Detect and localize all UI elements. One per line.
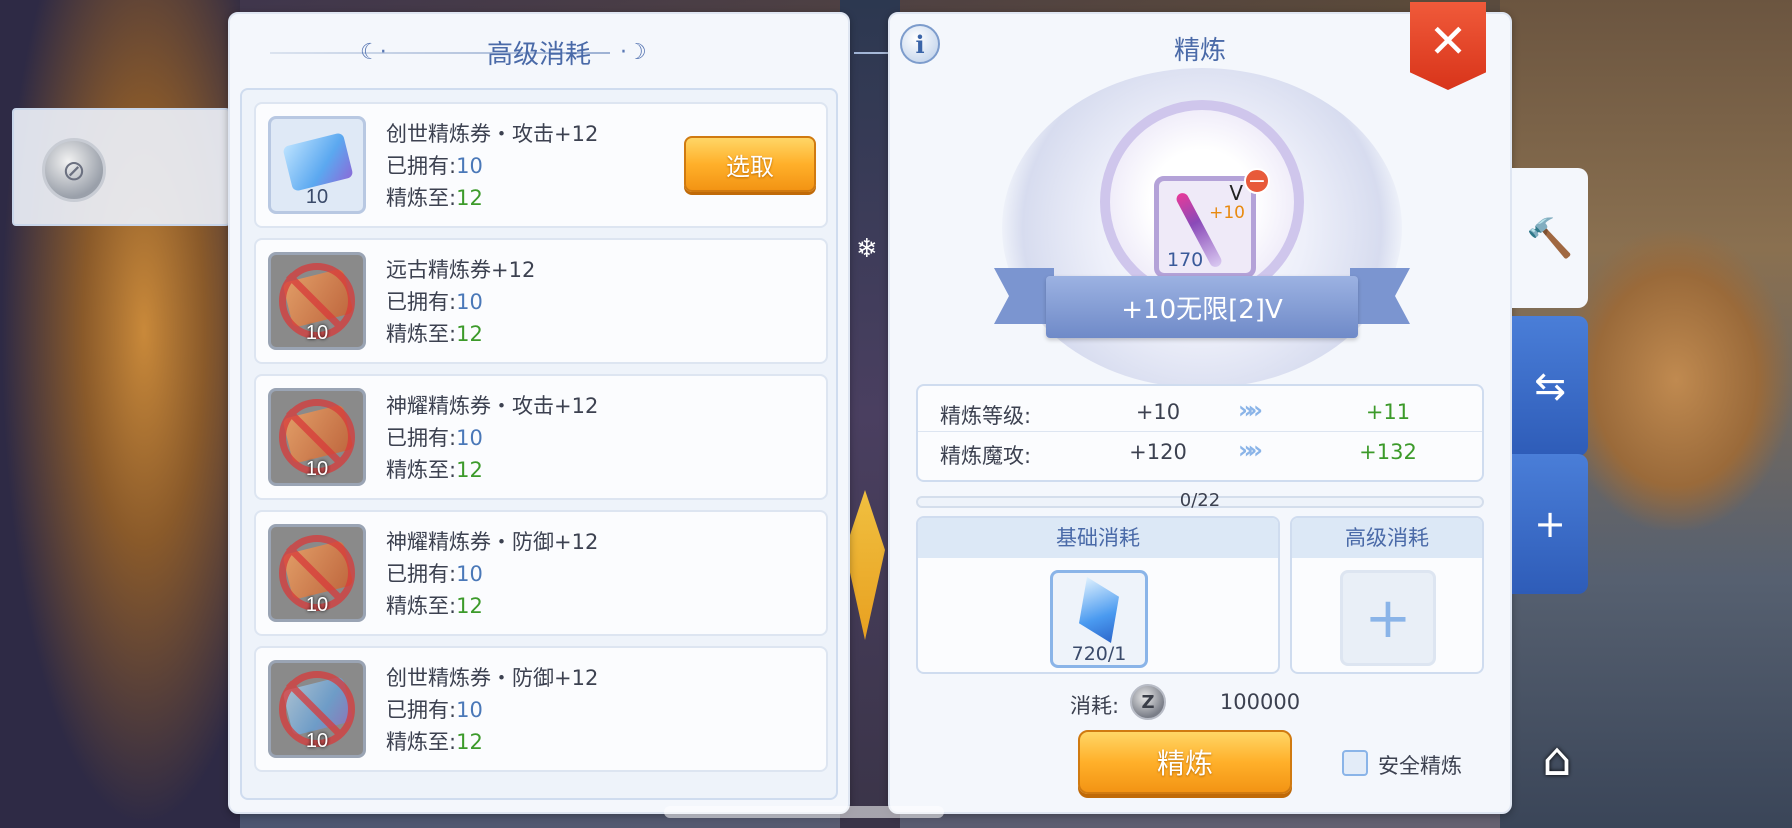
fee-label: 消耗: <box>1070 694 1120 718</box>
list-item[interactable]: 10 神耀精炼券・攻击+12 已拥有:10 精炼至:12 <box>254 374 828 500</box>
list-item[interactable]: 10 创世精炼券・防御+12 已拥有:10 精炼至:12 <box>254 646 828 772</box>
refine-to-row: 精炼至:12 <box>386 458 483 482</box>
stat-next: +11 <box>1365 400 1411 424</box>
owned-row: 已拥有:10 <box>386 154 483 178</box>
home-indicator <box>664 806 944 818</box>
add-advanced-cost-button[interactable]: + <box>1340 570 1436 666</box>
advanced-cost-title: 高级消耗 <box>1292 518 1482 558</box>
tab-enhance[interactable]: + <box>1512 454 1588 594</box>
hammer-plus-icon: + <box>1534 502 1566 546</box>
equipment-level: 170 <box>1167 249 1204 271</box>
owned-row: 已拥有:10 <box>386 698 483 722</box>
progress-text: 0/22 <box>1179 490 1221 511</box>
genesis-ticket-icon <box>282 132 354 192</box>
safe-refine-label: 安全精炼 <box>1378 754 1462 778</box>
refine-button[interactable]: 精炼 <box>1078 730 1292 794</box>
refine-to-value: 12 <box>456 186 483 210</box>
stat-label: 精炼等级: <box>940 404 1032 428</box>
refine-panel: i 精炼 ✕ V +10 170 − +10无限[2]V 精炼等级: +10 »… <box>888 2 1512 814</box>
double-arrow-icon: »» <box>1238 436 1263 464</box>
refine-to-row: 精炼至:12 <box>386 730 483 754</box>
owned-row: 已拥有:10 <box>386 562 483 586</box>
refine-to-value: 12 <box>456 322 483 346</box>
item-count: 10 <box>305 458 329 480</box>
safe-refine-option[interactable]: 安全精炼 <box>1342 748 1502 778</box>
refine-to-value: 12 <box>456 730 483 754</box>
stat-label: 精炼魔攻: <box>940 444 1032 468</box>
refine-to-value: 12 <box>456 594 483 618</box>
tab-refine[interactable]: 🔨 <box>1512 168 1588 308</box>
refine-to-row: 精炼至:12 <box>386 186 483 210</box>
hammer-transfer-icon: ⇆ <box>1534 364 1566 408</box>
crystal-icon <box>1079 577 1119 643</box>
owned-value: 10 <box>456 154 483 178</box>
refine-to-row: 精炼至:12 <box>386 594 483 618</box>
side-widget[interactable]: ⊘ <box>12 108 230 226</box>
item-count: 10 <box>305 186 329 208</box>
double-arrow-icon: »» <box>1238 396 1263 424</box>
equipment-grade: V <box>1229 181 1243 205</box>
list-item[interactable]: 10 神耀精炼券・防御+12 已拥有:10 精炼至:12 <box>254 510 828 636</box>
zeny-coin-icon: Z <box>1130 684 1166 720</box>
item-name: 神耀精炼券・防御+12 <box>386 530 599 554</box>
item-count: 10 <box>305 730 329 752</box>
shop-icon[interactable]: ⌂ <box>1524 726 1590 792</box>
fee-value: 100000 <box>1219 690 1301 714</box>
owned-value: 10 <box>456 562 483 586</box>
snowflake-icon: ❄ <box>856 234 878 264</box>
dragon-creature <box>1560 230 1792 530</box>
item-name: 神耀精炼券・攻击+12 <box>386 394 599 418</box>
equipment-refine-level: +10 <box>1209 203 1245 223</box>
safe-refine-checkbox[interactable] <box>1342 750 1368 776</box>
select-button[interactable]: 选取 <box>684 136 816 192</box>
owned-value: 10 <box>456 426 483 450</box>
ticket-slot[interactable]: 10 <box>268 388 366 486</box>
list-item[interactable]: 10 创世精炼券・攻击+12 已拥有:10 精炼至:12 选取 <box>254 102 828 228</box>
hammer-icon: 🔨 <box>1526 215 1574 260</box>
stat-current: +10 <box>1135 400 1181 424</box>
owned-row: 已拥有:10 <box>386 290 483 314</box>
crystal-count: 720/1 <box>1071 643 1127 665</box>
ticket-slot[interactable]: 10 <box>268 116 366 214</box>
ribbon-tail-left <box>994 268 1054 324</box>
item-count: 10 <box>305 594 329 616</box>
item-name: 远古精炼券+12 <box>386 258 536 282</box>
item-count: 10 <box>305 322 329 344</box>
list-item[interactable]: 10 远古精炼券+12 已拥有:10 精炼至:12 <box>254 238 828 364</box>
ticket-slot[interactable]: 10 <box>268 524 366 622</box>
refine-to-value: 12 <box>456 458 483 482</box>
panel-title: 高级消耗 <box>486 40 591 70</box>
ribbon-tail-right <box>1350 268 1410 324</box>
stat-row: 精炼等级: +10 »» +11 <box>918 392 1482 432</box>
item-name: 创世精炼券・攻击+12 <box>386 122 599 146</box>
refine-fee: 消耗: Z 100000 <box>1070 684 1370 720</box>
stat-row: 精炼魔攻: +120 »» +132 <box>918 432 1482 472</box>
ticket-slot[interactable]: 10 <box>268 660 366 758</box>
item-name: 创世精炼券・防御+12 <box>386 666 599 690</box>
refine-to-row: 精炼至:12 <box>386 322 483 346</box>
close-button[interactable]: ✕ <box>1410 2 1486 90</box>
base-cost-box: 基础消耗 720/1 <box>916 516 1280 674</box>
equipment-slot[interactable]: V +10 170 <box>1154 176 1256 278</box>
equipment-name: +10无限[2]V <box>1046 276 1358 338</box>
owned-value: 10 <box>456 698 483 722</box>
base-cost-title: 基础消耗 <box>918 518 1278 558</box>
crystal-slot[interactable]: 720/1 <box>1050 570 1148 668</box>
ticket-list[interactable]: 10 创世精炼券・攻击+12 已拥有:10 精炼至:12 选取 10 远古精炼券… <box>240 88 838 800</box>
stat-next: +132 <box>1359 440 1417 464</box>
refine-stats: 精炼等级: +10 »» +11 精炼魔攻: +120 »» +132 <box>916 384 1484 482</box>
tab-transfer[interactable]: ⇆ <box>1512 316 1588 456</box>
silver-coin-icon: ⊘ <box>42 138 106 202</box>
stat-current: +120 <box>1129 440 1187 464</box>
advanced-cost-panel: ☾· ·☽ 高级消耗 10 创世精炼券・攻击+12 已拥有:10 精炼至:12 … <box>228 12 1014 814</box>
advanced-cost-box: 高级消耗 + <box>1290 516 1484 674</box>
remove-equipment-button[interactable]: − <box>1244 168 1270 194</box>
ticket-slot[interactable]: 10 <box>268 252 366 350</box>
owned-value: 10 <box>456 290 483 314</box>
owned-row: 已拥有:10 <box>386 426 483 450</box>
